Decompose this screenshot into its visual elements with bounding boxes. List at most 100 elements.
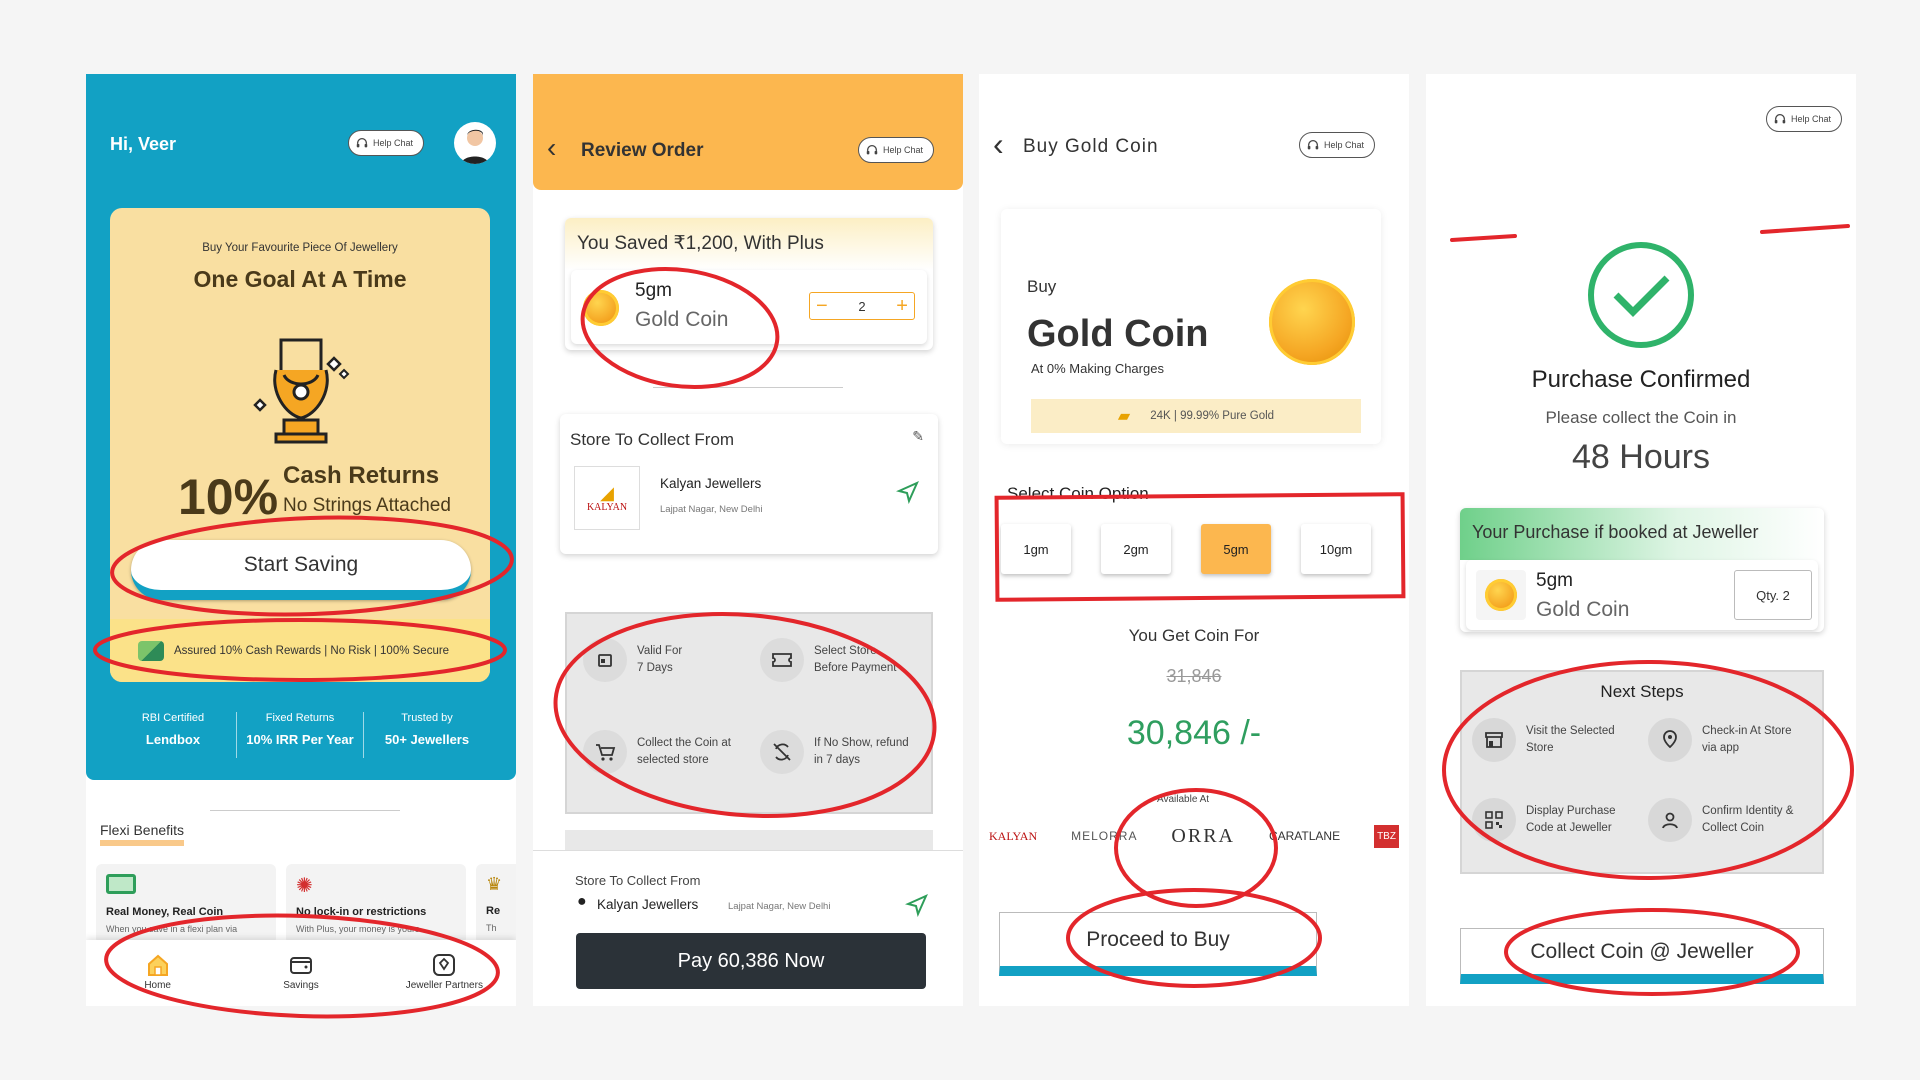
ticket-icon — [760, 638, 804, 682]
proceed-to-buy-button[interactable]: Proceed to Buy — [999, 912, 1317, 976]
calendar-icon — [583, 638, 627, 682]
info-text: Collect the Coin at selected store — [637, 737, 731, 766]
nav-savings[interactable]: Savings — [229, 940, 372, 1006]
help-chat-button[interactable]: Help Chat — [858, 137, 935, 163]
review-header — [533, 74, 963, 190]
benefit-desc: With Plus, your money is yours — [296, 924, 420, 934]
stat-value: 50+ Jewellers — [384, 732, 470, 747]
back-icon[interactable]: ‹ — [993, 128, 1004, 160]
edit-icon[interactable]: ✎ — [912, 428, 924, 445]
price: 30,846 /- — [1126, 714, 1262, 752]
info-valid: Valid For 7 Days — [583, 638, 682, 682]
option-label: 2gm — [1123, 541, 1149, 557]
navigate-icon[interactable] — [905, 893, 929, 917]
cash-returns: Cash Returns — [283, 462, 440, 489]
divider — [653, 387, 843, 388]
review-order-screen: ‹ Review Order Help Chat You Saved ₹1,20… — [533, 74, 963, 1006]
nav-label: Jeweller Partners — [405, 980, 483, 991]
cash-icon — [138, 640, 164, 661]
location-icon — [1648, 718, 1692, 762]
available-at-label: Available At — [1157, 794, 1210, 805]
melorra-logo: MELORRA — [1071, 829, 1138, 843]
step-text: Visit the Selected Store — [1526, 725, 1615, 754]
back-icon[interactable]: ‹ — [547, 134, 556, 162]
collect-coin-button[interactable]: Collect Coin @ Jeweller — [1460, 928, 1824, 984]
help-chat-label: Help Chat — [373, 138, 414, 148]
info-text: Select Store Before Payment — [814, 645, 897, 674]
item-name: Gold Coin — [635, 308, 729, 331]
minus-icon[interactable]: − — [816, 295, 828, 318]
info-refund: If No Show, refund in 7 days — [760, 730, 909, 774]
assurance-text: Assured 10% Cash Rewards | No Risk | 100… — [174, 644, 450, 657]
item-name: Gold Coin — [1536, 598, 1630, 621]
option-1gm[interactable]: 1gm — [1001, 524, 1071, 574]
help-chat-button[interactable]: Help Chat — [1766, 106, 1843, 132]
qr-icon — [1472, 798, 1516, 842]
avatar[interactable] — [454, 122, 496, 164]
step-display-code: Display Purchase Code at Jeweller — [1472, 798, 1615, 842]
purchase-confirmed-screen: Help Chat Purchase Confirmed Please coll… — [1426, 74, 1856, 1006]
collect-coin-label: Collect Coin @ Jeweller — [1530, 939, 1754, 963]
help-chat-label: Help Chat — [883, 145, 924, 155]
user-icon — [1648, 798, 1692, 842]
wallet-icon — [289, 957, 312, 974]
store-card[interactable]: Store To Collect From ✎ ◢ KALYAN Kalyan … — [560, 414, 938, 554]
option-10gm[interactable]: 10gm — [1301, 524, 1371, 574]
plus-icon[interactable]: + — [896, 295, 908, 318]
kalyan-mark: ◢ — [600, 482, 614, 503]
no-lock-icon: ✺ — [296, 875, 313, 897]
benefit-card[interactable]: ♛ Re Th — [476, 864, 516, 944]
info-text: If No Show, refund in 7 days — [814, 737, 909, 766]
quantity-badge: Qty. 2 — [1734, 570, 1812, 620]
no-refresh-icon — [760, 730, 804, 774]
kalyan-logo: KALYAN — [989, 828, 1038, 843]
order-info-box: Valid For 7 Days Select Store Before Pay… — [565, 612, 933, 814]
bottom-nav: Home Savings Jeweller Partners — [86, 940, 516, 1006]
booked-text: Your Purchase if booked at Jeweller — [1472, 522, 1759, 542]
benefit-desc: Th — [486, 923, 497, 933]
saved-banner: You Saved ₹1,200, With Plus — [565, 218, 933, 270]
option-5gm-selected[interactable]: 5gm — [1201, 524, 1271, 574]
option-2gm[interactable]: 2gm — [1101, 524, 1171, 574]
help-chat-label: Help Chat — [1324, 140, 1365, 150]
gold-bars-icon: ▰ — [1117, 408, 1131, 425]
navigate-icon[interactable] — [896, 480, 920, 504]
start-saving-button[interactable]: Start Saving — [131, 540, 471, 600]
greeting: Hi, Veer — [110, 134, 177, 154]
stat-returns: Fixed Returns 10% IRR Per Year — [237, 712, 364, 758]
stat-label: Trusted by — [401, 712, 453, 724]
location-pin-icon: ● — [577, 893, 587, 910]
benefit-card[interactable]: Real Money, Real Coin When you save in a… — [96, 864, 276, 944]
purity-bar: ▰ 24K | 99.99% Pure Gold — [1031, 399, 1361, 433]
quantity-stepper[interactable]: − 2 + — [809, 292, 915, 320]
nav-jeweller-partners[interactable]: Jeweller Partners — [373, 940, 516, 1006]
kalyan-logo-text: KALYAN — [586, 501, 628, 513]
pay-now-button[interactable]: Pay 60,386 Now — [576, 933, 926, 989]
you-get-label: You Get Coin For — [1128, 626, 1260, 645]
step-confirm-identity: Confirm Identity & Collect Coin — [1648, 798, 1793, 842]
option-label: 5gm — [1223, 541, 1249, 557]
promo-title: One Goal At A Time — [193, 266, 407, 292]
item-weight: 5gm — [1536, 570, 1573, 591]
gold-coin-icon — [583, 290, 619, 326]
nav-home[interactable]: Home — [86, 940, 229, 1006]
check-circle-icon — [1588, 242, 1694, 348]
help-chat-button[interactable]: Help Chat — [1299, 132, 1376, 158]
nav-label: Home — [144, 980, 171, 991]
buy-label: Buy — [1027, 277, 1057, 296]
assurance-bar: Assured 10% Cash Rewards | No Risk | 100… — [110, 619, 490, 682]
coin-options: 1gm 2gm 5gm 10gm — [1001, 524, 1381, 574]
benefit-card[interactable]: ✺ No lock-in or restrictions With Plus, … — [286, 864, 466, 944]
footer-label: Store To Collect From — [575, 873, 701, 888]
help-chat-button[interactable]: Help Chat — [348, 130, 425, 156]
item-row: 5gm Gold Coin Qty. 2 — [1466, 560, 1818, 630]
next-steps-box: Next Steps Visit the Selected Store Chec… — [1460, 670, 1824, 874]
stats-row: RBI Certified Lendbox Fixed Returns 10% … — [110, 712, 490, 758]
proceed-label: Proceed to Buy — [1086, 927, 1230, 951]
select-coin-label: Select Coin Option — [1007, 484, 1149, 503]
footer-location: Lajpat Nagar, New Delhi — [728, 901, 831, 912]
next-steps-title: Next Steps — [1600, 682, 1684, 701]
step-text: Display Purchase Code at Jeweller — [1526, 805, 1616, 834]
headset-icon — [866, 144, 878, 155]
gold-coin-image — [1269, 279, 1355, 365]
